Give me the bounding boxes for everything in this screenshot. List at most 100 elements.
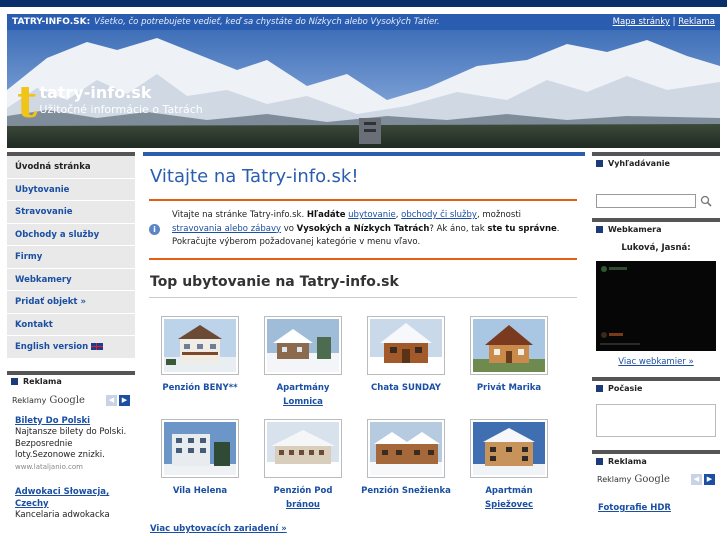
ads-link[interactable]: Reklama [678,17,715,27]
site-name: TATRY-INFO.SK: [12,17,91,27]
shops-services-link[interactable]: obchody či služby [401,210,477,220]
menu-item-accommodation[interactable]: Ubytovanie [7,179,135,201]
logo-text: tatry-info.sk Užitočné informácie o Tatr… [39,84,202,117]
top-accommodation-rule [149,296,577,298]
menu-item-dining[interactable]: Stravovanie [7,201,135,224]
ads-prev-icon[interactable]: ◀ [691,474,702,485]
accommodation-photo[interactable] [161,316,239,375]
accommodation-name[interactable]: Penzión BENY** [150,381,250,395]
ads-next-icon[interactable]: ▶ [704,474,715,485]
webcam-caption: Luková, Jasná: [621,243,691,253]
weather-heading: Počasie [592,377,720,395]
logo-title: tatry-info.sk [39,83,152,102]
left-ads-heading: Reklama [7,370,135,389]
webcam-heading-label: Webkamera [608,224,662,234]
square-bullet-icon [596,225,603,233]
logo-mark-icon: t [17,77,38,128]
accommodation-photo[interactable] [264,316,342,375]
accommodation-card[interactable]: Chata SUNDAY [356,316,456,395]
ad-text: Najtansze bilety do Polski. Bezposrednie… [15,427,127,460]
menu-item-english-label: English version [15,342,89,352]
webcam-image[interactable] [596,261,716,351]
left-ads-box: Reklama Reklamy Google ◀ ▶ Bilety Do Pol… [7,370,135,522]
accommodation-photo[interactable] [264,419,342,478]
accommodation-name[interactable]: Vila Helena [150,484,250,498]
ad-item: Adwokaci Słowacja, Czechy Kancelaria adw… [7,487,135,522]
main-content: Vitajte na Tatry-info.sk! i Vitajte na s… [143,152,585,534]
menu-item-home[interactable]: Úvodná stránka [7,156,135,179]
accommodation-card[interactable]: Penzión BENY** [150,316,250,395]
accommodation-photo[interactable] [470,316,548,375]
weather-widget [596,404,716,437]
more-webcams-link[interactable]: Viac webkamier » [592,357,720,367]
logo-subtitle: Užitočné informácie o Tatrách [39,103,203,116]
site-tagline: Všetko, čo potrebujete vedieť, keď sa ch… [94,17,440,27]
right-ad-item: Fotografie HDR [592,485,720,513]
top-links-separator: | [672,17,676,27]
square-bullet-icon [596,384,603,392]
menu-item-add-object[interactable]: Pridať objekt » [7,291,135,314]
accommodation-card[interactable]: Apartmán Spiežovec [459,419,559,512]
ads-prefix: Reklamy [597,475,632,484]
sitemap-link[interactable]: Mapa stránky [613,17,670,27]
square-bullet-icon [11,378,18,385]
accommodation-photo[interactable] [367,316,445,375]
google-logo: Google [634,474,670,485]
accommodation-name[interactable]: Penzión Snežienka [356,484,456,498]
accommodation-name[interactable]: Apartmány Lomnica [253,381,353,409]
ad-title-link[interactable]: Adwokaci Słowacja, Czechy [15,487,127,510]
ads-pager: ◀ ▶ [691,474,715,485]
square-bullet-icon [596,159,603,167]
accommodation-name[interactable]: Penzión Pod bránou [253,484,353,512]
google-logo: Google [49,394,85,406]
webcam-heading: Webkamera [592,218,720,236]
search-input[interactable] [596,194,696,208]
accommodation-photo[interactable] [470,419,548,478]
main-menu: Úvodná stránka Ubytovanie Stravovanie Ob… [7,152,135,359]
accommodation-name[interactable]: Apartmán Spiežovec [459,484,559,512]
right-ads-heading-label: Reklama [608,456,647,466]
accommodation-card[interactable]: Penzión Pod bránou [253,419,353,512]
google-ads-bar: Reklamy Google ◀ ▶ [592,468,720,485]
ad-text: Kancelaria adwokacka [15,510,110,520]
more-accommodation-link[interactable]: Viac ubytovacích zariadení » [150,524,287,534]
accommodation-name[interactable]: Chata SUNDAY [356,381,456,395]
ad-url[interactable]: www.lataljanio.com [15,463,83,471]
accommodation-card[interactable]: Vila Helena [150,419,250,498]
accommodation-card[interactable]: Privát Marika [459,316,559,395]
menu-item-companies[interactable]: Firmy [7,246,135,269]
site-logo[interactable]: t tatry-info.sk Užitočné informácie o Ta… [17,77,203,128]
ads-prefix: Reklamy [12,395,47,405]
google-ads-bar: Reklamy Google ◀ ▶ [7,389,135,406]
search-heading: Vyhľadávanie [592,152,720,170]
menu-item-shops-services[interactable]: Obchody a služby [7,224,135,246]
intro-box: i Vitajte na stránke Tatry-info.sk. Hľad… [149,199,577,260]
main-top-rule [143,152,585,156]
ad-item: Bilety Do Polski Najtansze bilety do Pol… [7,416,135,474]
uk-flag-icon [91,343,104,350]
left-sidebar: Úvodná stránka Ubytovanie Stravovanie Ob… [7,152,135,522]
ad-title-link[interactable]: Bilety Do Polski [15,416,127,428]
menu-item-webcams[interactable]: Webkamery [7,269,135,291]
right-sidebar: Vyhľadávanie Webkamera Luková, Jasná: Vi… [592,152,720,513]
ad-title-link[interactable]: Fotografie HDR [598,503,714,513]
accommodation-card[interactable]: Apartmány Lomnica [253,316,353,409]
ads-next-icon[interactable]: ▶ [119,394,130,406]
ads-prev-icon[interactable]: ◀ [106,394,117,406]
menu-item-english[interactable]: English version [7,336,135,359]
top-links: Mapa stránky | Reklama [613,17,715,27]
search-icon[interactable] [700,195,712,207]
search-form [592,170,720,218]
accommodation-photo[interactable] [161,419,239,478]
square-bullet-icon [596,457,603,465]
accommodation-name[interactable]: Privát Marika [459,381,559,395]
accommodation-link[interactable]: ubytovanie [348,210,396,220]
right-ads-heading: Reklama [592,450,720,468]
top-bar: TATRY-INFO.SK: Všetko, čo potrebujete ve… [0,0,727,30]
left-ads-heading-label: Reklama [23,377,62,386]
accommodation-card[interactable]: Penzión Snežienka [356,419,456,498]
ads-pager: ◀ ▶ [106,394,130,406]
dining-entertainment-link[interactable]: stravovania alebo zábavy [172,224,281,234]
menu-item-contact[interactable]: Kontakt [7,314,135,336]
accommodation-photo[interactable] [367,419,445,478]
